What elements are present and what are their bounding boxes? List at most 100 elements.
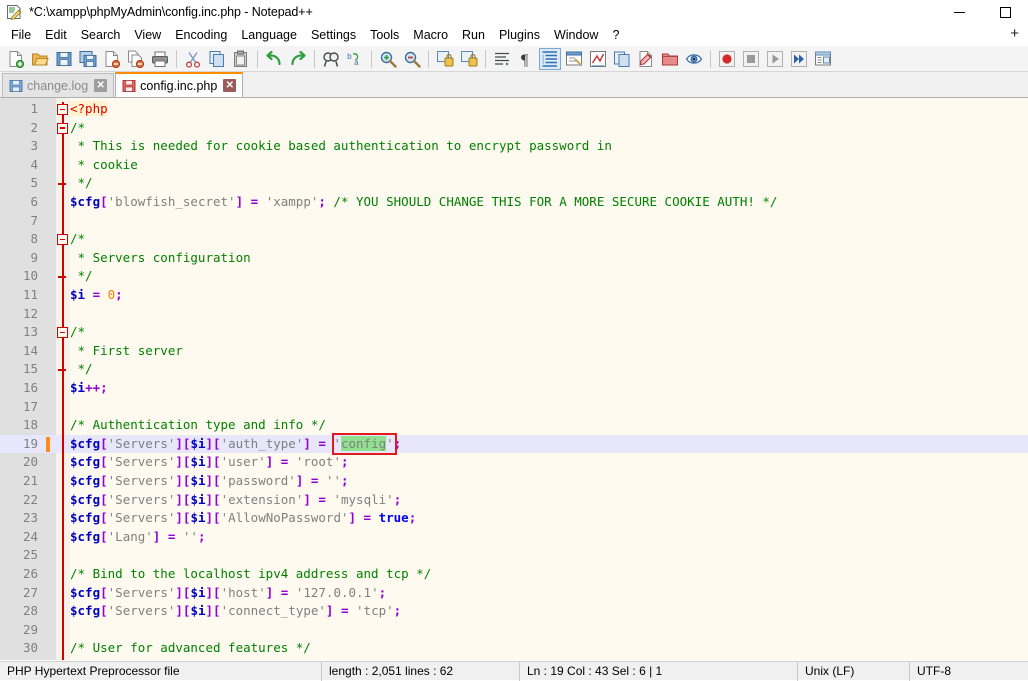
code-line[interactable]: 15 */ xyxy=(0,360,1028,379)
menu-item-macro[interactable]: Macro xyxy=(406,26,455,45)
zoom-in-icon[interactable] xyxy=(377,48,399,70)
cut-icon[interactable] xyxy=(182,48,204,70)
document-map-icon[interactable] xyxy=(611,48,633,70)
code-line[interactable]: 7 xyxy=(0,212,1028,231)
code-line[interactable]: 22$cfg['Servers'][$i]['extension'] = 'my… xyxy=(0,491,1028,510)
menu-item-edit[interactable]: Edit xyxy=(38,26,74,45)
maximize-button[interactable] xyxy=(982,0,1028,24)
code-line[interactable]: 2/* xyxy=(0,119,1028,138)
play-macro-icon[interactable] xyxy=(764,48,786,70)
minimize-button[interactable] xyxy=(936,0,982,24)
code-line[interactable]: 28$cfg['Servers'][$i]['connect_type'] = … xyxy=(0,602,1028,621)
menu-item-settings[interactable]: Settings xyxy=(304,26,363,45)
menu-item-search[interactable]: Search xyxy=(74,26,128,45)
code-token: $i xyxy=(70,380,85,395)
code-line[interactable]: 10 */ xyxy=(0,267,1028,286)
code-line[interactable]: 11$i = 0; xyxy=(0,286,1028,305)
code-line[interactable]: 9 * Servers configuration xyxy=(0,249,1028,268)
folder-as-workspace-icon[interactable] xyxy=(659,48,681,70)
tab-config-inc-php[interactable]: config.inc.php ✕ xyxy=(115,72,243,97)
copy-icon[interactable] xyxy=(206,48,228,70)
code-line[interactable]: 30/* User for advanced features */ xyxy=(0,639,1028,658)
code-line[interactable]: 1<?php xyxy=(0,100,1028,119)
code-line[interactable]: 13/* xyxy=(0,323,1028,342)
menu-item-help[interactable]: ? xyxy=(605,26,626,45)
fold-end-marker xyxy=(58,369,66,371)
code-line[interactable]: 24$cfg['Lang'] = ''; xyxy=(0,528,1028,547)
print-icon[interactable] xyxy=(149,48,171,70)
code-line[interactable]: 4 * cookie xyxy=(0,156,1028,175)
code-token: $i xyxy=(190,454,205,469)
code-token: = xyxy=(356,510,379,525)
tab-label: change.log xyxy=(27,79,88,93)
code-line[interactable]: 14 * First server xyxy=(0,342,1028,361)
menu-item-file[interactable]: File xyxy=(4,26,38,45)
code-line[interactable]: 8/* xyxy=(0,230,1028,249)
code-line[interactable]: 17 xyxy=(0,398,1028,417)
show-function-list-icon[interactable] xyxy=(587,48,609,70)
word-wrap-icon[interactable] xyxy=(491,48,513,70)
edit-with-npp-icon[interactable] xyxy=(635,48,657,70)
code-line[interactable]: 26/* Bind to the localhost ipv4 address … xyxy=(0,565,1028,584)
close-icon[interactable]: ✕ xyxy=(94,79,107,92)
code-line[interactable]: 25 xyxy=(0,546,1028,565)
zoom-out-icon[interactable] xyxy=(401,48,423,70)
save-all-icon[interactable] xyxy=(77,48,99,70)
user-defined-dialog-icon[interactable] xyxy=(563,48,585,70)
record-macro-icon[interactable] xyxy=(716,48,738,70)
code-line[interactable]: 27$cfg['Servers'][$i]['host'] = '127.0.0… xyxy=(0,584,1028,603)
new-file-icon[interactable] xyxy=(5,48,27,70)
code-token: $cfg xyxy=(70,603,100,618)
add-tab-plus-icon[interactable]: + xyxy=(1010,26,1019,41)
code-line[interactable]: 12 xyxy=(0,305,1028,324)
run-macro-multiple-icon[interactable] xyxy=(788,48,810,70)
line-number: 24 xyxy=(0,528,38,547)
code-line[interactable]: 18/* Authentication type and info */ xyxy=(0,416,1028,435)
stop-recording-icon[interactable] xyxy=(740,48,762,70)
run-dialog-icon[interactable] xyxy=(812,48,834,70)
close-icon[interactable]: ✕ xyxy=(223,79,236,92)
code-line[interactable]: 21 $cfg['Servers'][$i]['password'] = ''; xyxy=(0,472,1028,491)
code-token: ' xyxy=(386,436,394,451)
redo-icon[interactable] xyxy=(287,48,309,70)
close-all-files-icon[interactable] xyxy=(125,48,147,70)
code-token: * First server xyxy=(70,343,183,358)
indent-guide-icon[interactable] xyxy=(539,48,561,70)
code-line[interactable]: 3 * This is needed for cookie based auth… xyxy=(0,137,1028,156)
find-icon[interactable] xyxy=(320,48,342,70)
menu-item-window[interactable]: Window xyxy=(547,26,605,45)
menu-item-language[interactable]: Language xyxy=(234,26,304,45)
fold-collapse-icon[interactable] xyxy=(57,123,68,134)
show-all-characters-icon[interactable]: ¶ xyxy=(515,48,537,70)
save-icon[interactable] xyxy=(53,48,75,70)
sync-horizontal-scroll-icon[interactable] xyxy=(458,48,480,70)
open-file-icon[interactable] xyxy=(29,48,51,70)
undo-icon[interactable] xyxy=(263,48,285,70)
replace-icon[interactable]: ba xyxy=(344,48,366,70)
code-line[interactable]: 16$i++; xyxy=(0,379,1028,398)
menu-item-view[interactable]: View xyxy=(127,26,168,45)
code-line[interactable]: 5 */ xyxy=(0,174,1028,193)
code-token: [ xyxy=(100,473,108,488)
sync-vertical-scroll-icon[interactable] xyxy=(434,48,456,70)
code-line[interactable]: 23$cfg['Servers'][$i]['AllowNoPassword']… xyxy=(0,509,1028,528)
code-line[interactable]: 29 xyxy=(0,621,1028,640)
code-line[interactable]: 31$cfg['Servers'][$i]['controluser'] = '… xyxy=(0,658,1028,660)
code-line[interactable]: 6$cfg['blowfish_secret'] = 'xampp'; /* Y… xyxy=(0,193,1028,212)
menu-item-tools[interactable]: Tools xyxy=(363,26,406,45)
line-number: 21 xyxy=(0,472,38,491)
code-line[interactable]: 19$cfg['Servers'][$i]['auth_type'] = 'co… xyxy=(0,435,1028,454)
fold-collapse-icon[interactable] xyxy=(57,104,68,115)
close-file-icon[interactable] xyxy=(101,48,123,70)
menu-item-run[interactable]: Run xyxy=(455,26,492,45)
fold-collapse-icon[interactable] xyxy=(57,327,68,338)
paste-icon[interactable] xyxy=(230,48,252,70)
code-editor[interactable]: 1<?php2/*3 * This is needed for cookie b… xyxy=(0,98,1028,660)
tab-change-log[interactable]: change.log ✕ xyxy=(2,73,114,97)
line-text: $cfg['Servers'][$i]['password'] = ''; xyxy=(70,472,349,491)
document-preview-icon[interactable] xyxy=(683,48,705,70)
code-line[interactable]: 20$cfg['Servers'][$i]['user'] = 'root'; xyxy=(0,453,1028,472)
fold-collapse-icon[interactable] xyxy=(57,234,68,245)
menu-item-plugins[interactable]: Plugins xyxy=(492,26,547,45)
menu-item-encoding[interactable]: Encoding xyxy=(168,26,234,45)
